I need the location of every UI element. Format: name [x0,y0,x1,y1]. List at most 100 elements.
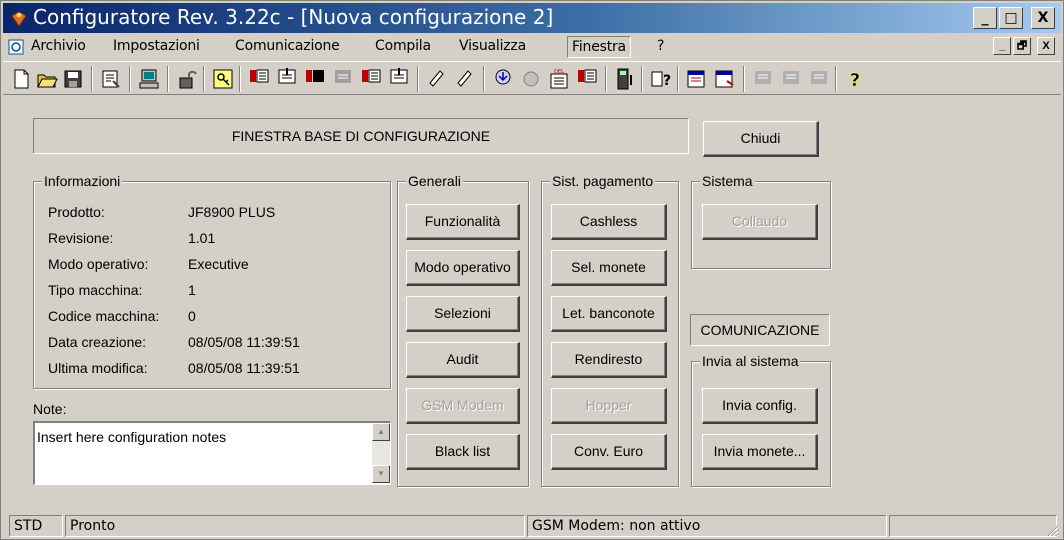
black-icon[interactable] [303,67,327,91]
title-bar[interactable]: Configuratore Rev. 3.22c - [Nuova config… [3,3,1061,33]
new-icon[interactable] [9,67,33,91]
msg-icon[interactable] [359,67,383,91]
close-button[interactable]: X [1031,7,1055,29]
cfg-arrow-disabled-icon[interactable] [807,67,831,91]
hopper-button[interactable]: Hopper [551,388,667,424]
black-disabled-icon[interactable] [331,67,355,91]
invia-group: Invia al sistema Invia config. Invia mon… [691,353,831,487]
page-title: FINESTRA BASE DI CONFIGURAZIONE [33,118,689,154]
menu-finestra[interactable]: Finestra [567,36,631,58]
scroll-down-icon[interactable]: ▼ [372,465,390,483]
device-icon[interactable] [613,67,637,91]
audit-button[interactable]: Audit [406,342,520,378]
audit-icon[interactable] [387,67,411,91]
msg-download-icon[interactable] [491,67,515,91]
info-value-prodotto: JF8900 PLUS [188,204,276,220]
scroll-up-icon[interactable]: ▲ [372,423,390,441]
sistema-group-title: Sistema [700,173,755,189]
funzionalita-button[interactable]: Funzionalità [406,204,520,240]
status-mode: STD [9,515,63,537]
black-list-button[interactable]: Black list [406,434,520,470]
chiudi-button[interactable]: Chiudi [703,121,819,157]
invia-monete-button[interactable]: Invia monete... [702,434,818,470]
help-search-icon[interactable]: ? [649,67,673,91]
gsm-modem-button[interactable]: GSM Modem [406,388,520,424]
mdi-restore-button[interactable]: 🗗 [1013,37,1031,55]
rev-icon[interactable] [575,67,599,91]
app-icon [11,12,27,27]
toolbar-separator [641,66,643,92]
sistema-group: Sistema Collaudo [691,173,831,269]
save-icon[interactable] [61,67,85,91]
maximize-button[interactable]: □ [999,7,1023,29]
notes-textarea[interactable]: Insert here configuration notes ▲ ▼ [33,421,391,485]
pagamento-group: Sist. pagamento Cashless Sel. monete Let… [541,173,679,487]
msg-upload-icon[interactable] [519,67,543,91]
document-icon[interactable] [7,38,25,56]
generali-group-title: Generali [406,173,463,189]
invia-group-title: Invia al sistema [700,353,801,369]
selezioni-button[interactable]: Selezioni [406,296,520,332]
svg-text:DEL: DEL [554,69,564,75]
mem-icon[interactable] [425,67,449,91]
minimize-button[interactable]: _ [973,7,997,29]
info-value-codice: 0 [188,308,196,324]
info-label: Prodotto: [48,204,105,220]
cfg-load-icon[interactable] [275,67,299,91]
comunicazione-label: COMUNICAZIONE [690,314,830,346]
toolbar-separator [677,66,679,92]
rendiresto-button[interactable]: Rendiresto [551,342,667,378]
toolbar-separator [605,66,607,92]
help-icon[interactable]: ? [843,67,867,91]
menu-visualizza[interactable]: Visualizza [459,38,526,54]
del-icon[interactable]: DEL [547,67,571,91]
notes-label: Note: [33,401,67,417]
menu-archivio[interactable]: Archivio [31,38,86,54]
conv-euro-button[interactable]: Conv. Euro [551,434,667,470]
let-banconote-button[interactable]: Let. banconote [551,296,667,332]
cfg-disabled-icon[interactable] [779,67,803,91]
cfg-icon[interactable] [247,67,271,91]
computer-icon[interactable] [137,67,161,91]
menu-comunicazione[interactable]: Comunicazione [235,38,340,54]
report-export-icon[interactable] [713,67,737,91]
mdi-close-button[interactable]: X [1037,37,1055,55]
generali-group: Generali Funzionalità Modo operativo Sel… [397,173,529,487]
info-value-tipo: 1 [188,282,196,298]
menu-compila[interactable]: Compila [375,38,431,54]
toolbar-separator [167,66,169,92]
toolbar-separator [743,66,745,92]
cashless-button[interactable]: Cashless [551,204,667,240]
invia-config-button[interactable]: Invia config. [702,388,818,424]
info-label: Ultima modifica: [48,360,148,376]
key-icon[interactable] [211,67,235,91]
sel-monete-button[interactable]: Sel. monete [551,250,667,286]
audit-disabled-icon[interactable] [751,67,775,91]
info-value-modo: Executive [188,256,249,272]
configuration-panel: FINESTRA BASE DI CONFIGURAZIONE Chiudi I… [9,99,1059,507]
status-gsm: GSM Modem: non attivo [527,515,887,537]
notes-scrollbar[interactable]: ▲ ▼ [372,423,390,483]
info-label: Data creazione: [48,334,147,350]
open-icon[interactable] [35,67,59,91]
toolbar-separator [483,66,485,92]
toolbar-separator [91,66,93,92]
report-icon[interactable] [685,67,709,91]
resize-grip-icon[interactable] [1045,523,1059,537]
properties-icon[interactable] [99,67,123,91]
svg-text:?: ? [663,73,671,89]
info-group-title: Informazioni [42,173,123,189]
menu-impostazioni[interactable]: Impostazioni [113,38,200,54]
status-bar: STD Pronto GSM Modem: non attivo [3,513,1061,539]
menu-help[interactable]: ? [657,38,664,54]
collaudo-button[interactable]: Collaudo [702,204,818,240]
unlock-icon[interactable] [175,67,199,91]
status-empty [889,515,1057,537]
audit-pen-icon[interactable] [453,67,477,91]
toolbar-separator [835,66,837,92]
info-label: Tipo macchina: [48,282,143,298]
notes-text: Insert here configuration notes [37,429,227,445]
modo-operativo-button[interactable]: Modo operativo [406,250,520,286]
info-label: Modo operativo: [48,256,149,272]
mdi-minimize-button[interactable]: _ [993,37,1011,55]
